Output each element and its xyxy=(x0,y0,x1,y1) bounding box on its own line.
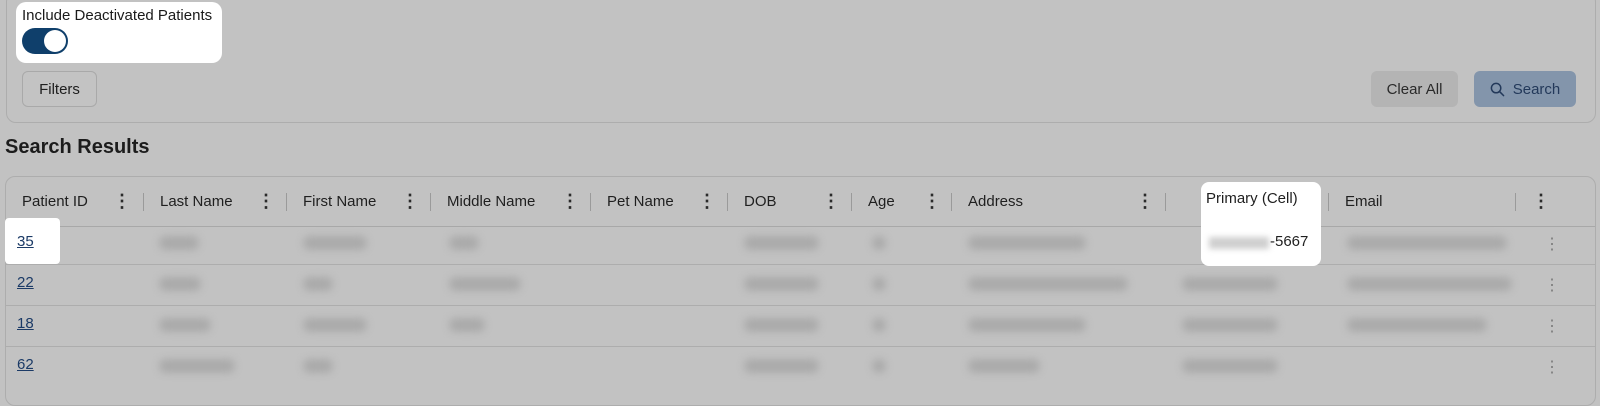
filters-panel xyxy=(6,0,1596,123)
redacted-cell xyxy=(303,236,367,250)
patient-id-link[interactable]: 18 xyxy=(17,315,34,332)
redacted-cell xyxy=(303,277,333,291)
redacted-cell xyxy=(968,359,1040,373)
redacted-cell xyxy=(1182,359,1278,373)
col-menu-icon[interactable]: ⋮ xyxy=(698,191,716,211)
filters-button[interactable]: Filters xyxy=(22,71,97,107)
table-menu-icon[interactable]: ⋮ xyxy=(1532,191,1550,211)
col-separator[interactable] xyxy=(1328,193,1329,211)
col-menu-icon[interactable]: ⋮ xyxy=(561,191,579,211)
include-deactivated-card: Include Deactivated Patients xyxy=(16,2,222,63)
redacted-cell xyxy=(1347,277,1512,291)
redacted-cell xyxy=(449,236,479,250)
redacted-cell xyxy=(968,236,1086,250)
patient-id-link[interactable]: 22 xyxy=(17,274,34,291)
patient-id-link[interactable]: 35 xyxy=(17,233,34,250)
patient-id-link[interactable]: 62 xyxy=(17,356,34,373)
col-separator[interactable] xyxy=(590,193,591,211)
row-menu-icon[interactable]: ⋮ xyxy=(1544,275,1560,295)
row-divider xyxy=(6,264,1595,265)
redacted-cell xyxy=(968,318,1086,332)
redacted-cell xyxy=(449,318,485,332)
col-header-address[interactable]: Address xyxy=(968,177,1023,226)
redacted-cell xyxy=(1347,236,1507,250)
col-header-primary-cell[interactable]: Primary (Cell) xyxy=(1206,190,1298,207)
redacted-cell xyxy=(1182,277,1278,291)
row-divider xyxy=(6,346,1595,347)
col-separator[interactable] xyxy=(286,193,287,211)
redacted-cell xyxy=(872,318,886,332)
row-divider xyxy=(6,305,1595,306)
redacted-cell xyxy=(744,236,819,250)
col-separator xyxy=(1515,193,1516,211)
col-menu-icon[interactable]: ⋮ xyxy=(923,191,941,211)
redacted-cell xyxy=(1209,237,1269,249)
col-header-age[interactable]: Age xyxy=(868,177,895,226)
col-header-pet-name[interactable]: Pet Name xyxy=(607,177,674,226)
col-header-email[interactable]: Email xyxy=(1345,177,1383,226)
redacted-cell xyxy=(1182,318,1278,332)
redacted-cell xyxy=(303,318,367,332)
search-results-title: Search Results xyxy=(5,136,150,158)
redacted-cell xyxy=(744,318,819,332)
search-button-label: Search xyxy=(1512,80,1561,98)
col-separator[interactable] xyxy=(727,193,728,211)
include-deactivated-toggle[interactable] xyxy=(22,28,68,54)
col-header-dob[interactable]: DOB xyxy=(744,177,777,226)
search-button[interactable]: Search xyxy=(1474,71,1576,107)
clear-all-button[interactable]: Clear All xyxy=(1371,71,1458,107)
redacted-cell xyxy=(968,277,1128,291)
redacted-cell xyxy=(159,318,211,332)
col-separator[interactable] xyxy=(951,193,952,211)
redacted-cell xyxy=(872,277,886,291)
row-menu-icon[interactable]: ⋮ xyxy=(1544,357,1560,377)
redacted-cell xyxy=(1347,318,1487,332)
col-menu-icon[interactable]: ⋮ xyxy=(1136,191,1154,211)
search-icon xyxy=(1490,82,1505,96)
col-separator[interactable] xyxy=(430,193,431,211)
col-header-first-name[interactable]: First Name xyxy=(303,177,376,226)
results-table: Patient ID ⋮ Last Name ⋮ First Name ⋮ Mi… xyxy=(5,176,1596,406)
redacted-cell xyxy=(744,277,819,291)
col-separator[interactable] xyxy=(851,193,852,211)
row-menu-icon[interactable]: ⋮ xyxy=(1544,316,1560,336)
col-menu-icon[interactable]: ⋮ xyxy=(257,191,275,211)
col-menu-icon[interactable]: ⋮ xyxy=(822,191,840,211)
redacted-cell xyxy=(872,236,886,250)
redacted-cell xyxy=(159,236,199,250)
redacted-cell xyxy=(744,359,819,373)
col-menu-icon[interactable]: ⋮ xyxy=(113,191,131,211)
row-menu-icon[interactable]: ⋮ xyxy=(1544,234,1560,254)
header-divider xyxy=(6,226,1595,227)
redacted-cell xyxy=(872,359,886,373)
col-separator[interactable] xyxy=(1165,193,1166,211)
redacted-cell xyxy=(303,359,333,373)
col-header-last-name[interactable]: Last Name xyxy=(160,177,233,226)
redacted-cell xyxy=(159,277,201,291)
col-separator[interactable] xyxy=(143,193,144,211)
toggle-knob xyxy=(44,30,66,52)
col-header-middle-name[interactable]: Middle Name xyxy=(447,177,535,226)
redacted-cell xyxy=(159,359,235,373)
primary-cell-value: -5667 xyxy=(1270,233,1309,250)
redacted-cell xyxy=(449,277,521,291)
include-deactivated-label: Include Deactivated Patients xyxy=(22,7,213,24)
col-menu-icon[interactable]: ⋮ xyxy=(401,191,419,211)
